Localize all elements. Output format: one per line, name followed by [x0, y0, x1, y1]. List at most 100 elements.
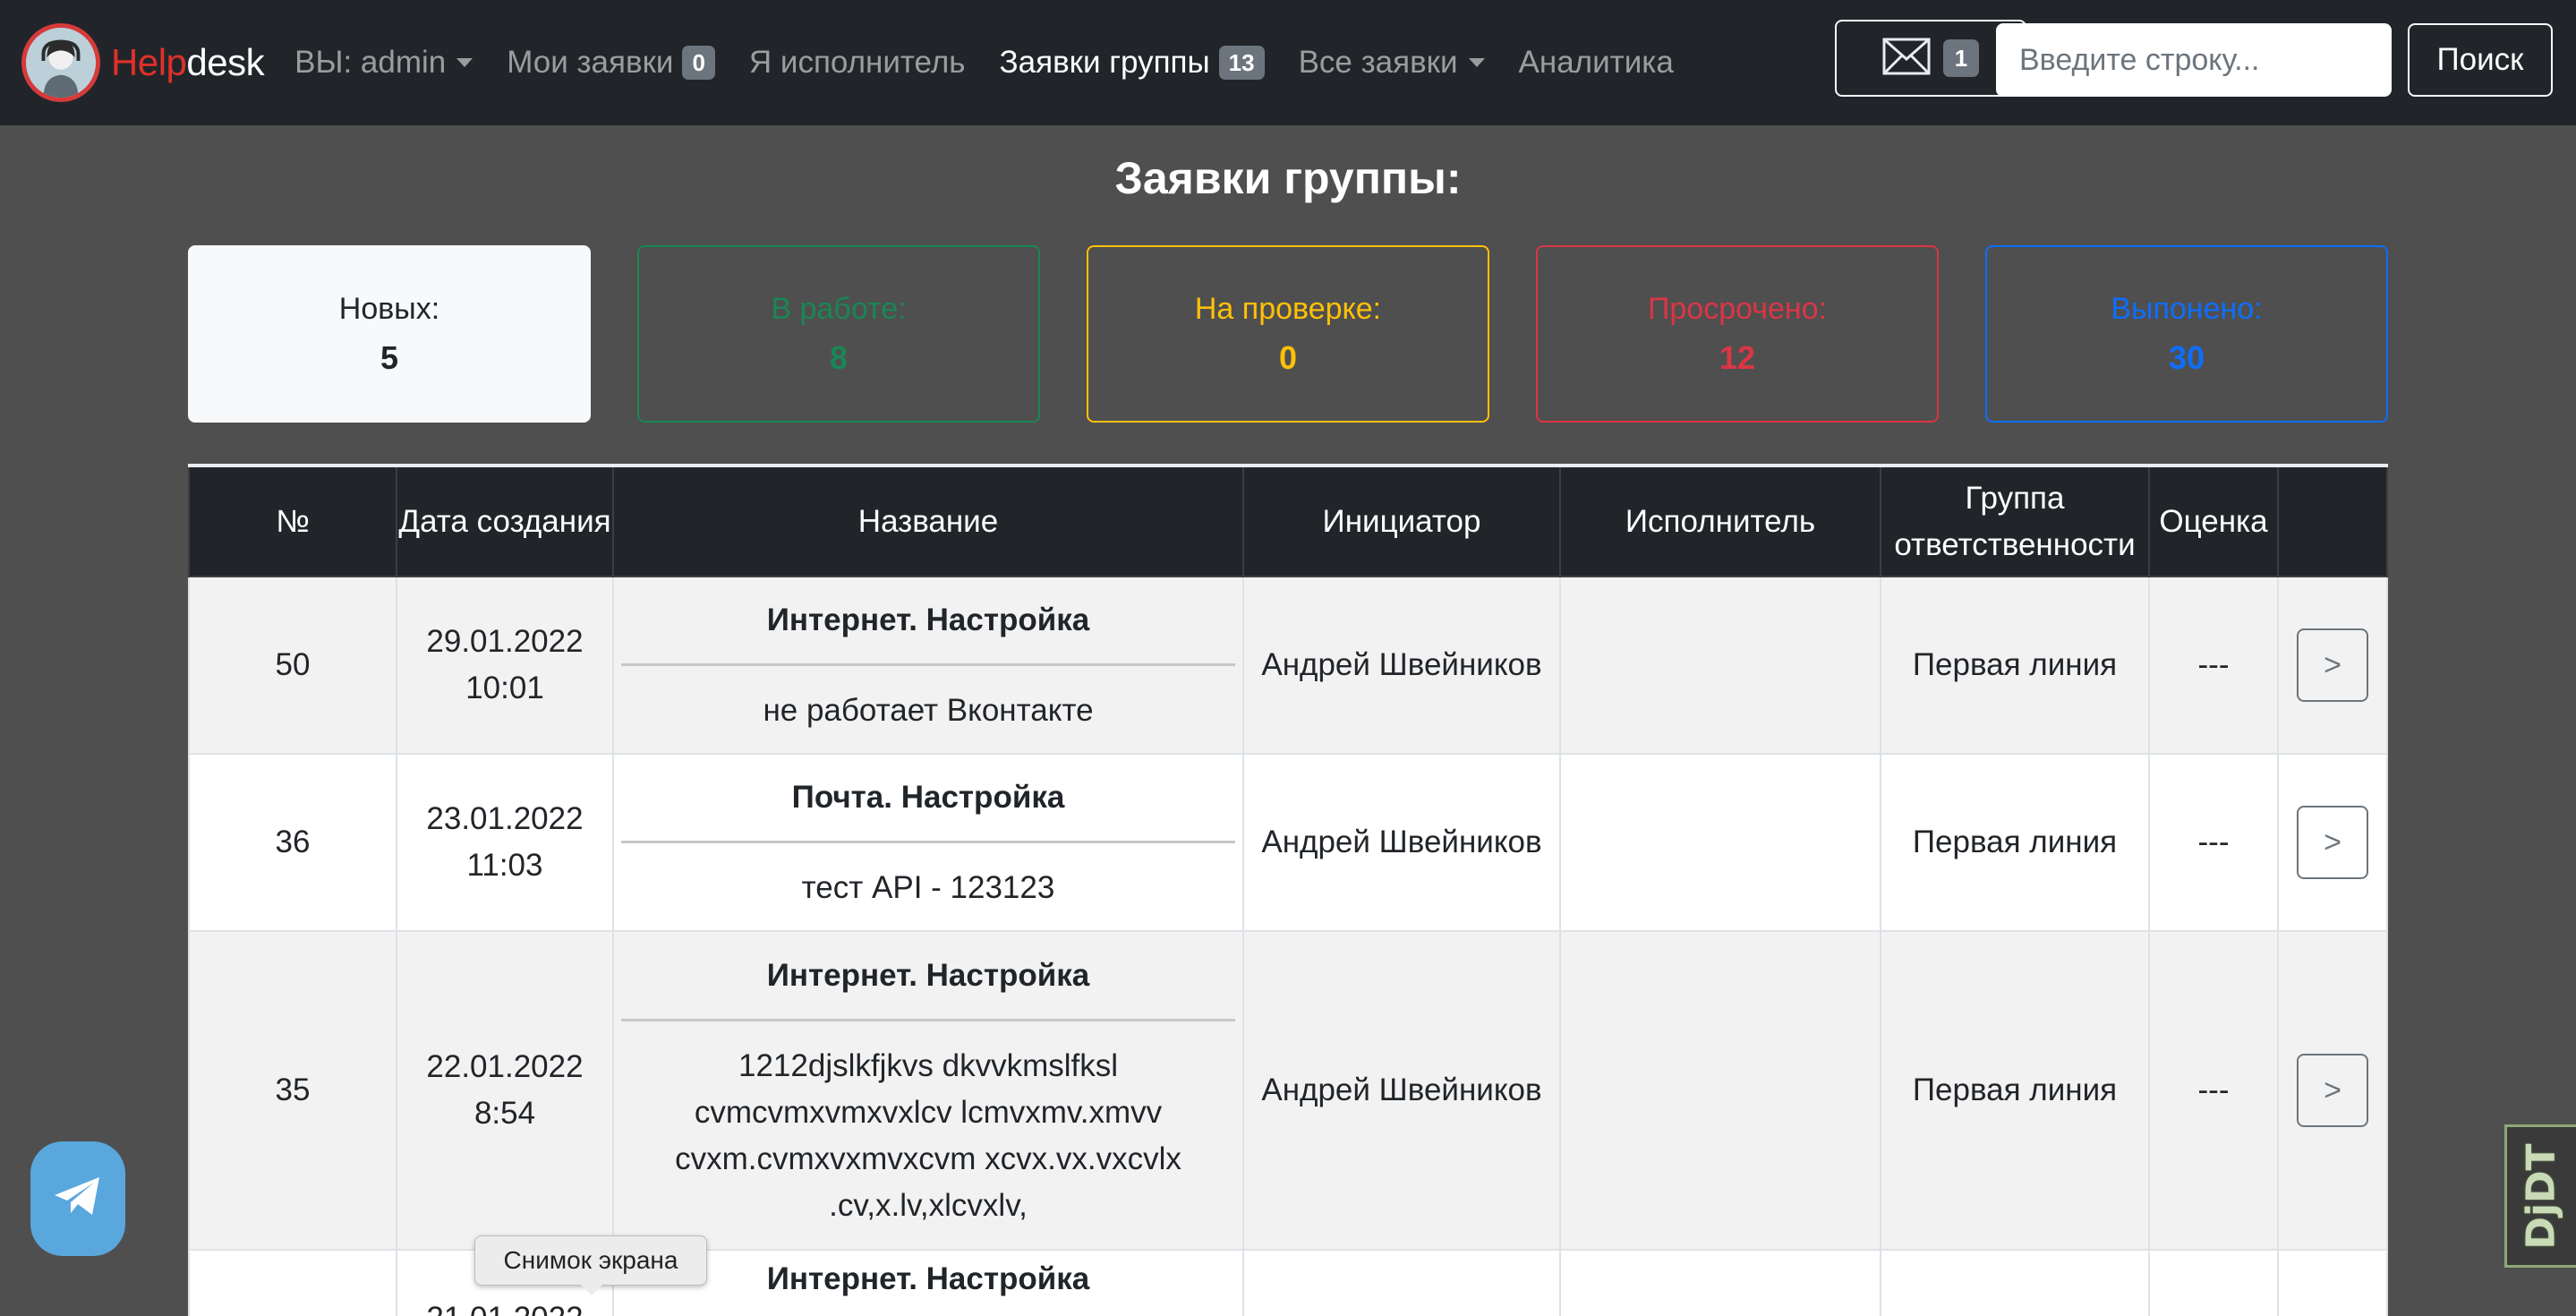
open-ticket-button[interactable]: > [2297, 1054, 2368, 1127]
open-ticket-button[interactable]: > [2297, 628, 2368, 702]
nav-executor[interactable]: Я исполнитель [749, 45, 966, 81]
cell-rating: --- [2148, 753, 2279, 932]
nav-all-tickets-dropdown[interactable]: Все заявки [1299, 45, 1485, 81]
stat-label: Новых: [338, 291, 440, 326]
cell-executor [1559, 576, 1881, 755]
caret-down-icon [456, 58, 473, 67]
time-text: 11:03 [466, 848, 543, 883]
column-header-group[interactable]: Группа ответственности [1880, 464, 2150, 577]
stat-label: Выпонено: [2111, 291, 2263, 326]
brand-part-desk: desk [186, 41, 265, 83]
nav-executor-label: Я исполнитель [748, 45, 966, 80]
ticket-title: Почта. Настройка [791, 779, 1065, 815]
table-row: 50 29.01.2022 10:01 Интернет. Настройка н… [188, 576, 2388, 755]
cell-group: Первая линия [1880, 753, 2150, 932]
user-menu-label: ВЫ: admin [294, 45, 447, 80]
stat-value: 12 [1719, 338, 1756, 376]
cell-title: Почта. Настройка тест API - 123123 [612, 753, 1244, 932]
title-divider [621, 840, 1235, 843]
column-header-date[interactable]: Дата создания [396, 464, 614, 577]
search-button[interactable]: Поиск [2408, 23, 2553, 97]
column-header-initiator[interactable]: Инициатор [1242, 464, 1561, 577]
django-debug-toolbar-handle[interactable]: DjDT [2504, 1124, 2576, 1268]
ticket-description: 1212djslkfjkvs dkvvkmslfksl cvmcvmxvmxvx… [675, 1047, 1181, 1223]
brand-name: Helpdesk [111, 41, 265, 84]
stat-value: 5 [380, 338, 399, 376]
time-text: 8:54 [473, 1096, 536, 1131]
brand-part-help: Help [111, 41, 187, 83]
screenshot-tooltip: Снимок экрана [474, 1235, 707, 1295]
cell-number: 35 [188, 930, 397, 1251]
column-header-executor[interactable]: Исполнитель [1559, 464, 1881, 577]
cell-rating: --- [2148, 930, 2279, 1251]
nav-analytics[interactable]: Аналитика [1519, 45, 1674, 81]
nav-analytics-label: Аналитика [1518, 45, 1674, 80]
table-row: 35 22.01.2022 8:54 Интернет. Настройка 12… [188, 930, 2388, 1251]
cell-date: 23.01.2022 11:03 [396, 753, 614, 932]
title-divider [621, 662, 1235, 666]
date-text: 23.01.2022 [426, 801, 584, 836]
cell-action: > [2277, 930, 2388, 1251]
telegram-icon [53, 1175, 103, 1223]
time-text: 10:01 [465, 671, 544, 705]
column-header-title[interactable]: Название [612, 464, 1244, 577]
cell-number: 36 [188, 753, 397, 932]
tickets-table-wrapper: № Дата создания Название Инициатор Испол… [188, 464, 2388, 1316]
cell-action [2277, 1249, 2388, 1316]
ticket-description: не работает Вконтакте [763, 692, 1094, 728]
date-text: 21.01.2022 [397, 1295, 612, 1316]
stat-label: В работе: [771, 291, 907, 326]
ticket-title: Интернет. Настройка [766, 602, 1090, 637]
column-header-number[interactable]: № [188, 464, 397, 577]
ticket-title: Интернет. Настройка [766, 1261, 1090, 1296]
stat-card-new: Новых: 5 [188, 245, 591, 423]
djdt-label: DjDT [2519, 1142, 2564, 1250]
ticket-description: тест API - 123123 [801, 869, 1055, 905]
table-row: 36 23.01.2022 11:03 Почта. Настройка тест… [188, 753, 2388, 932]
nav-group-tickets-label: Заявки группы [999, 45, 1210, 80]
ticket-title: Интернет. Настройка [766, 957, 1090, 993]
stat-label: Просрочено: [1647, 291, 1828, 326]
stat-card-overdue: Просрочено: 12 [1536, 245, 1939, 423]
title-divider [621, 1018, 1235, 1021]
date-text: 22.01.2022 [426, 1049, 584, 1084]
stat-value: 8 [829, 338, 849, 376]
column-header-rating[interactable]: Оценка [2148, 464, 2279, 577]
open-ticket-button[interactable]: > [2297, 806, 2368, 879]
cell-action: > [2277, 576, 2388, 755]
date-text: 29.01.2022 [426, 624, 584, 659]
cell-date: 22.01.2022 8:54 [396, 930, 614, 1251]
mail-count-badge: 1 [1942, 39, 1980, 77]
cell-initiator: Андрей Швейников [1242, 753, 1561, 932]
stat-card-done: Выпонено: 30 [1985, 245, 2388, 423]
cell-executor [1559, 1249, 1881, 1316]
cell-number [188, 1249, 397, 1316]
cell-group: Первая линия [1880, 930, 2150, 1251]
cell-action: > [2277, 753, 2388, 932]
user-menu-dropdown[interactable]: ВЫ: admin [294, 45, 473, 81]
table-header-row: № Дата создания Название Инициатор Испол… [188, 464, 2388, 577]
telegram-button[interactable] [30, 1141, 125, 1256]
page-title: Заявки группы: [1114, 153, 1462, 203]
search-input[interactable] [1996, 23, 2392, 97]
cell-initiator [1242, 1249, 1561, 1316]
stat-value: 30 [2168, 338, 2205, 376]
nav-my-tickets[interactable]: Мои заявки 0 [507, 45, 715, 81]
cell-initiator: Андрей Швейников [1242, 930, 1561, 1251]
cell-title: Интернет. Настройка 1212djslkfjkvs dkvvk… [612, 930, 1244, 1251]
cell-rating [2148, 1249, 2279, 1316]
stat-card-in-progress: В работе: 8 [637, 245, 1040, 423]
nav-group-tickets[interactable]: Заявки группы 13 [1000, 45, 1265, 81]
cell-rating: --- [2148, 576, 2279, 755]
navbar: Helpdesk ВЫ: admin Мои заявки 0 Я исполн… [0, 0, 2576, 125]
cell-title: Интернет. Настройка не работает Вконтакт… [612, 576, 1244, 755]
my-tickets-count-badge: 0 [682, 46, 715, 80]
tickets-table: № Дата создания Название Инициатор Испол… [188, 464, 2388, 1316]
nav-all-tickets-label: Все заявки [1298, 45, 1458, 80]
group-tickets-count-badge: 13 [1218, 46, 1265, 80]
brand-link[interactable]: Helpdesk [21, 23, 265, 102]
cell-title: Интернет. Настройка [612, 1249, 1244, 1316]
cell-executor [1559, 930, 1881, 1251]
cell-group [1880, 1249, 2150, 1316]
cell-executor [1559, 753, 1881, 932]
